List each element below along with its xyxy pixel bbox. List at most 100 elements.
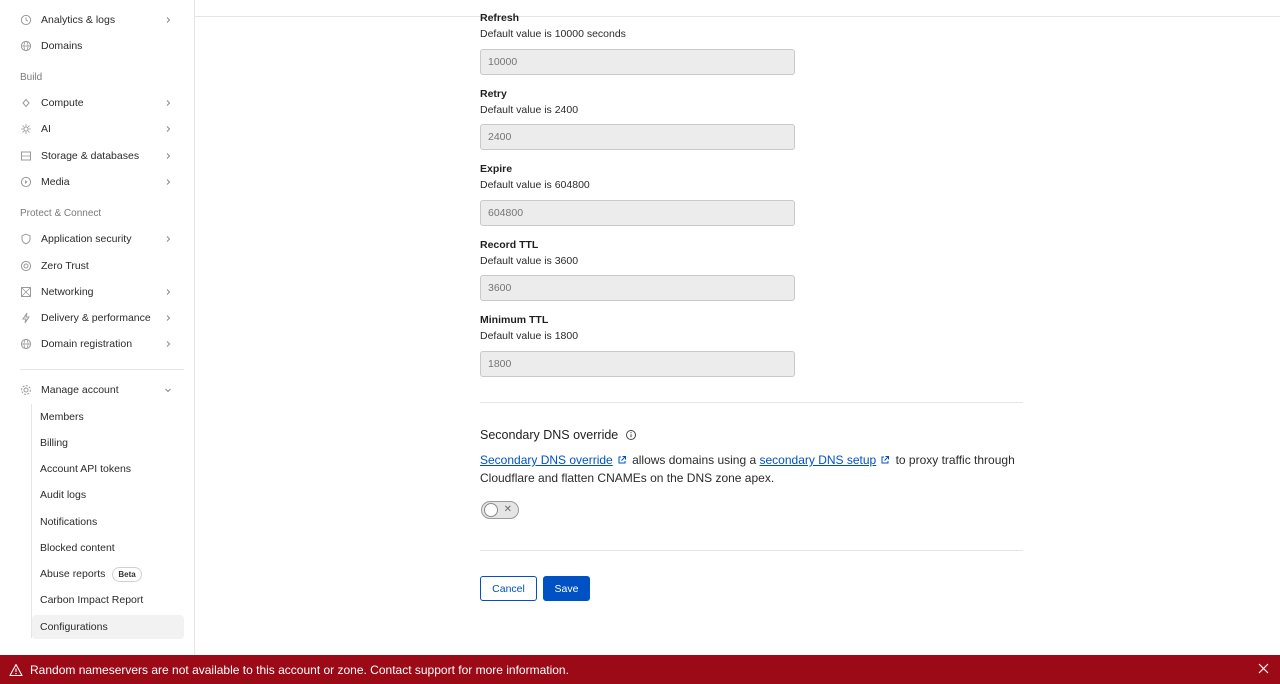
field-help-refresh: Default value is 10000 seconds [480, 28, 626, 40]
sidebar-item-ai[interactable]: AI [12, 117, 184, 141]
sidebar-item-label: Compute [41, 97, 84, 109]
sidebar-subitem-label: Carbon Impact Report [40, 594, 144, 606]
section-divider [480, 402, 1023, 403]
external-link-icon [618, 456, 626, 464]
sidebar-subitem-label: Notifications [40, 516, 98, 528]
field-label-retry: Retry [480, 88, 507, 100]
description-text-1: allows domains using a [632, 453, 757, 467]
field-help-minimum-ttl: Default value is 1800 [480, 330, 579, 342]
field-help-retry: Default value is 2400 [480, 104, 579, 116]
expire-input[interactable] [480, 200, 795, 226]
sidebar-item-manage-account[interactable]: Manage account [12, 378, 184, 402]
compute-icon [20, 97, 32, 109]
cancel-button[interactable]: Cancel [480, 576, 537, 601]
globe-icon [20, 40, 32, 52]
shield-icon [20, 233, 32, 245]
warning-icon [9, 663, 23, 677]
sidebar-subitem-members[interactable]: Members [32, 405, 184, 429]
sidebar-item-label: Analytics & logs [41, 14, 116, 26]
sidebar-item-label: Domain registration [41, 338, 133, 350]
chevron-right-icon [162, 14, 174, 26]
field-help-expire: Default value is 604800 [480, 179, 590, 191]
sidebar-subitem-audit-logs[interactable]: Audit logs [32, 483, 184, 507]
media-icon [20, 176, 32, 188]
sidebar-subitem-label: Audit logs [40, 489, 87, 501]
sidebar-subitem-notifications[interactable]: Notifications [32, 510, 184, 534]
sidebar-item-domains[interactable]: Domains [12, 34, 184, 58]
sidebar-subitem-account-api-tokens[interactable]: Account API tokens [32, 457, 184, 481]
sidebar-subitem-label: Billing [40, 437, 69, 449]
chevron-right-icon [162, 97, 174, 109]
sidebar-item-compute[interactable]: Compute [12, 91, 184, 115]
sidebar-item-label: Networking [41, 286, 94, 298]
chevron-right-icon [162, 123, 174, 135]
chevron-right-icon [162, 312, 174, 324]
sidebar-item-domain-registration[interactable]: Domain registration [12, 332, 184, 356]
sidebar-item-networking[interactable]: Networking [12, 280, 184, 304]
sidebar-item-label: Application security [41, 233, 132, 245]
section-divider [480, 550, 1023, 551]
sidebar-item-application-security[interactable]: Application security [12, 227, 184, 251]
chevron-down-icon [162, 384, 174, 396]
info-icon[interactable] [625, 429, 637, 441]
chevron-right-icon [162, 176, 174, 188]
secondary-dns-setup-link[interactable]: secondary DNS setup [760, 453, 877, 467]
close-icon[interactable] [1257, 662, 1270, 675]
secondary-dns-title-text: Secondary DNS override [480, 428, 619, 442]
network-icon [20, 286, 32, 298]
sidebar-subitem-label: Abuse reports [40, 568, 106, 580]
sidebar-item-label: Domains [41, 40, 83, 52]
sidebar-subitem-blocked-content[interactable]: Blocked content [32, 536, 184, 560]
globe-icon [20, 338, 32, 350]
chevron-right-icon [162, 338, 174, 350]
error-banner-message: Random nameservers are not available to … [30, 662, 569, 677]
field-label-minimum-ttl: Minimum TTL [480, 314, 549, 326]
header-divider [195, 16, 1280, 17]
sidebar-item-analytics-logs[interactable]: Analytics & logs [12, 8, 184, 32]
sidebar-item-label: AI [41, 123, 51, 135]
sidebar-item-media[interactable]: Media [12, 170, 184, 194]
sidebar-subitem-label: Blocked content [40, 542, 115, 554]
section-label-build: Build [20, 72, 43, 83]
sidebar: Analytics & logs Domains Build Compute A… [0, 0, 195, 655]
external-link-icon [881, 456, 890, 464]
ai-sparkle-icon [20, 123, 32, 135]
secondary-dns-title: Secondary DNS override [480, 428, 637, 442]
sidebar-subitem-carbon-impact-report[interactable]: Carbon Impact Report [32, 588, 184, 612]
save-button[interactable]: Save [543, 576, 590, 601]
database-icon [20, 150, 32, 162]
sidebar-subitem-abuse-reports[interactable]: Abuse reports Beta [32, 562, 184, 586]
field-help-record-ttl: Default value is 3600 [480, 255, 579, 267]
section-label-protect-connect: Protect & Connect [20, 208, 102, 219]
sidebar-subitem-label: Configurations [40, 621, 108, 633]
field-label-expire: Expire [480, 163, 513, 175]
minimum-ttl-input[interactable] [480, 351, 795, 377]
sidebar-item-zero-trust[interactable]: Zero Trust [12, 254, 184, 278]
chevron-right-icon [162, 233, 174, 245]
zero-trust-icon [20, 260, 32, 272]
bolt-icon [20, 312, 32, 324]
sidebar-item-label: Zero Trust [41, 260, 89, 272]
sidebar-divider [20, 369, 184, 370]
refresh-input[interactable] [480, 49, 795, 75]
sidebar-item-label: Media [41, 176, 70, 188]
field-label-record-ttl: Record TTL [480, 239, 539, 251]
sidebar-item-label: Storage & databases [41, 150, 140, 162]
chevron-right-icon [162, 286, 174, 298]
sidebar-subitem-label: Account API tokens [40, 463, 132, 475]
secondary-dns-description: Secondary DNS override allows domains us… [480, 451, 1025, 487]
sidebar-item-label: Manage account [41, 384, 119, 396]
sidebar-item-delivery-performance[interactable]: Delivery & performance [12, 306, 184, 330]
retry-input[interactable] [480, 124, 795, 150]
field-label-refresh: Refresh [480, 12, 520, 24]
sidebar-item-storage-databases[interactable]: Storage & databases [12, 144, 184, 168]
secondary-dns-override-toggle[interactable]: ✕ [481, 501, 519, 519]
sidebar-subitem-billing[interactable]: Billing [32, 431, 184, 455]
error-banner: Random nameservers are not available to … [0, 655, 1280, 684]
chevron-right-icon [162, 150, 174, 162]
secondary-dns-override-link[interactable]: Secondary DNS override [480, 453, 613, 467]
record-ttl-input[interactable] [480, 275, 795, 301]
sidebar-subitem-configurations[interactable]: Configurations [32, 615, 184, 639]
gear-icon [20, 384, 32, 396]
sidebar-subitem-label: Members [40, 411, 84, 423]
